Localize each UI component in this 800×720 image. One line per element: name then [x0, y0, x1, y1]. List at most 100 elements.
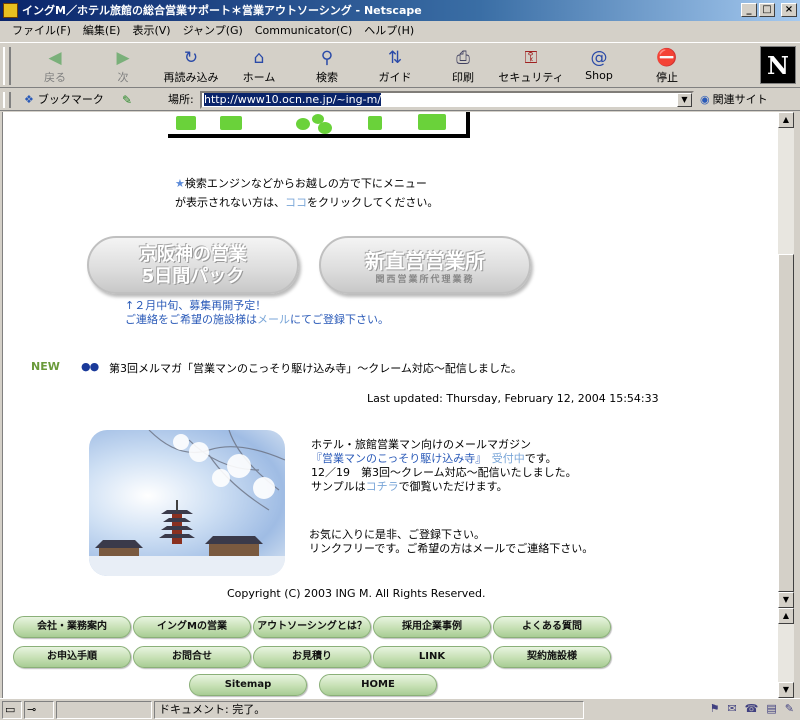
- location-grip[interactable]: [3, 92, 11, 108]
- nav-home[interactable]: HOME: [319, 674, 437, 696]
- status-bar: ▭ ⊸ ドキュメント: 完了。 ⚑ ✉ ☎ ▤ ✎: [0, 698, 800, 720]
- security-lock-indicator[interactable]: ▭: [2, 701, 22, 719]
- recruit-mail-link[interactable]: メール: [257, 313, 290, 326]
- forward-arrow-icon: ▶: [116, 48, 130, 68]
- close-button[interactable]: ×: [781, 3, 797, 17]
- copyright: Copyright (C) 2003 ING M. All Rights Res…: [227, 587, 486, 600]
- shop-label: Shop: [585, 69, 613, 82]
- promo-left-line2: 5日間パック: [141, 266, 245, 287]
- nav-frame: 会社・業務案内 イングMの営業 アウトソーシングとは？ 採用企業事例 よくある質…: [2, 608, 778, 698]
- reload-icon: ↻: [183, 48, 199, 68]
- nav-case-studies[interactable]: 採用企業事例: [373, 616, 491, 638]
- stop-icon: ⛔: [656, 48, 678, 68]
- home-button[interactable]: ⌂ ホーム: [226, 46, 292, 86]
- window-controls: _ □ ×: [741, 3, 797, 17]
- menu-view[interactable]: 表示(V): [126, 22, 176, 40]
- progress-area: [56, 701, 152, 719]
- window-title: イングM／ホテル旅館の総合営業サポート＊営業アウトソーシング - Netscap…: [22, 4, 422, 17]
- composer-icon[interactable]: ▤: [766, 702, 776, 715]
- print-label: 印刷: [452, 71, 474, 84]
- menu-go[interactable]: ジャンプ(G): [177, 22, 249, 40]
- nav-estimate[interactable]: お見積り: [253, 646, 371, 668]
- bookmarks-label: ブックマーク: [37, 93, 104, 106]
- menu-edit[interactable]: 編集(E): [77, 22, 127, 40]
- toolbar-grip[interactable]: [3, 47, 11, 85]
- recruit-line1: ↑２月中旬、募集再開予定！: [125, 299, 267, 312]
- url-dropdown-button[interactable]: ▼: [677, 93, 692, 107]
- search-button[interactable]: ⚲ 検索: [294, 46, 360, 86]
- stop-button[interactable]: ⛔ 停止: [634, 46, 700, 86]
- promo-right-line1: 新直営営業所: [365, 249, 485, 273]
- netscape-logo[interactable]: N: [760, 46, 796, 84]
- arrow-up-icon: ▲: [782, 611, 790, 620]
- vertical-scrollbar[interactable]: ▲ ▼: [778, 112, 794, 608]
- edit-icon[interactable]: ✎: [785, 702, 794, 715]
- connection-indicator: ⊸: [24, 701, 54, 719]
- nav-ingm-sales[interactable]: イングMの営業: [133, 616, 251, 638]
- fav-line1: お気に入りに是非、ご登録下さい。: [309, 528, 485, 541]
- back-label: 戻る: [44, 71, 66, 84]
- arrow-up-icon: ▲: [782, 115, 790, 124]
- nav-frame-scrollbar[interactable]: ▲ ▼: [778, 608, 794, 698]
- scroll-down-button[interactable]: ▼: [778, 592, 794, 608]
- note-line2-post: をクリックしてください。: [307, 196, 439, 209]
- search-label: 検索: [316, 71, 338, 84]
- forward-button[interactable]: ▶ 次: [90, 46, 156, 86]
- nav-company-info[interactable]: 会社・業務案内: [13, 616, 131, 638]
- chat-icon[interactable]: ☎: [745, 702, 759, 715]
- mag-title: 『営業マンのこっそり駆け込み寺』: [311, 452, 481, 465]
- news-item: NEW ●● 第3回メルマガ「営業マンのこっそり駆け込み寺」～クレーム対応～配信…: [31, 360, 771, 376]
- nav-contracted-facilities[interactable]: 契約施設様: [493, 646, 611, 668]
- nav-contact[interactable]: お問合せ: [133, 646, 251, 668]
- promo-left-line1: 京阪神の営業: [139, 244, 247, 265]
- related-sites-button[interactable]: ◉ 関連サイト: [700, 92, 768, 108]
- minimize-button[interactable]: _: [741, 3, 757, 17]
- nav-scroll-up-button[interactable]: ▲: [778, 608, 794, 624]
- navigator-icon[interactable]: ⚑: [710, 702, 720, 715]
- menu-file[interactable]: ファイル(F): [6, 22, 77, 40]
- mag-line1: ホテル・旅館営業マン向けのメールマガジン: [311, 438, 531, 451]
- nav-sitemap[interactable]: Sitemap: [189, 674, 307, 696]
- page-proxy-icon[interactable]: ✎: [122, 93, 132, 107]
- menu-fallback-link[interactable]: ココ: [285, 196, 307, 209]
- nav-scroll-down-button[interactable]: ▼: [778, 682, 794, 698]
- bullet-dots-icon: ●●: [81, 360, 99, 373]
- maximize-button[interactable]: □: [759, 3, 775, 17]
- shop-button[interactable]: @ Shop: [566, 46, 632, 86]
- status-text: ドキュメント: 完了。: [154, 701, 584, 719]
- plug-icon: ⊸: [27, 703, 37, 716]
- print-button[interactable]: ⎙ 印刷: [430, 46, 496, 86]
- news-text[interactable]: 第3回メルマガ「営業マンのこっそり駆け込み寺」～クレーム対応～配信しました。: [109, 360, 522, 376]
- note-line1: 検索エンジンなどからお越しの方で下にメニュー: [184, 177, 427, 190]
- guide-button[interactable]: ⇅ ガイド: [362, 46, 428, 86]
- navigation-toolbar: ◀ 戻る ▶ 次 ↻ 再読み込み ⌂ ホーム ⚲ 検索 ⇅ ガイド ⎙ 印刷 ⚿…: [0, 42, 800, 88]
- mag-line2-post: です。: [524, 452, 557, 465]
- bookmarks-button[interactable]: ❖ ブックマーク: [24, 92, 104, 108]
- nav-outsourcing[interactable]: アウトソーシングとは？: [253, 616, 371, 638]
- scroll-thumb[interactable]: [778, 254, 794, 592]
- mag-subscribe-link[interactable]: 受付中: [492, 452, 525, 465]
- nav-application-steps[interactable]: お申込手順: [13, 646, 131, 668]
- keihanshin-5day-pack-banner[interactable]: 京阪神の営業 5日間パック: [87, 236, 299, 294]
- nav-faq[interactable]: よくある質問: [493, 616, 611, 638]
- menu-help[interactable]: ヘルプ(H): [358, 22, 420, 40]
- reload-button[interactable]: ↻ 再読み込み: [158, 46, 224, 86]
- back-button[interactable]: ◀ 戻る: [22, 46, 88, 86]
- recruit-line2-pre: ご連絡をご希望の施設様は: [125, 313, 257, 326]
- mag-line4-post: で御覧いただけます。: [398, 480, 508, 493]
- scroll-up-button[interactable]: ▲: [778, 112, 794, 128]
- new-direct-office-banner[interactable]: 新直営営業所 関西営業所代理業務: [319, 236, 531, 294]
- recruit-notice: ↑２月中旬、募集再開予定！ ご連絡をご希望の施設様はメールにてご登録下さい。: [125, 299, 389, 327]
- home-label: ホーム: [242, 71, 276, 84]
- url-input[interactable]: http://www10.ocn.ne.jp/~ing-m/: [200, 91, 694, 109]
- nav-link[interactable]: LINK: [373, 646, 491, 668]
- fav-line2: リンクフリーです。ご希望の方はメールでご連絡下さい。: [309, 542, 594, 555]
- window-title-bar[interactable]: イングM／ホテル旅館の総合営業サポート＊営業アウトソーシング - Netscap…: [0, 0, 800, 21]
- menu-communicator[interactable]: Communicator(C): [249, 22, 358, 40]
- arrow-down-icon: ▼: [782, 595, 790, 604]
- note-line2-pre: が表示されない方は、: [175, 196, 285, 209]
- mag-sample-link[interactable]: コチラ: [366, 480, 399, 493]
- mail-icon[interactable]: ✉: [727, 702, 736, 715]
- search-icon: ⚲: [320, 48, 334, 68]
- security-button[interactable]: ⚿ セキュリティ: [498, 46, 564, 86]
